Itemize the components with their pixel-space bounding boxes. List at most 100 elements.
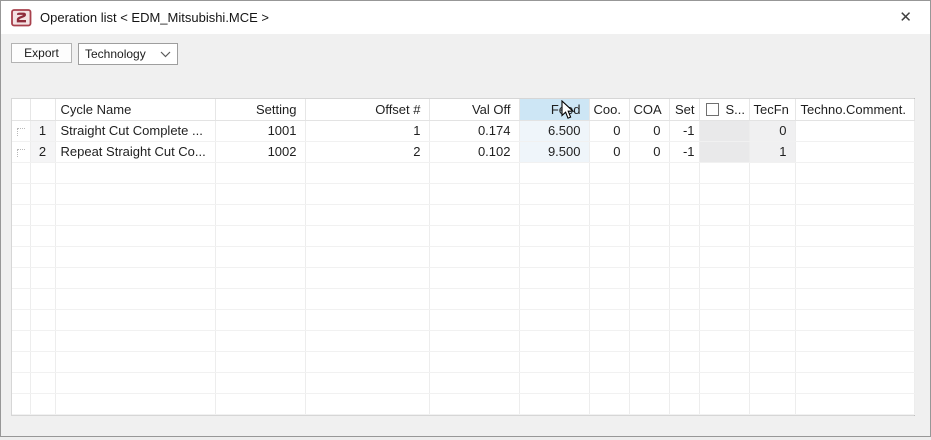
- empty-cell: [305, 393, 429, 414]
- header-s[interactable]: S...: [699, 99, 749, 120]
- table-header: Cycle Name Setting Offset # Val Off Feed…: [12, 99, 914, 120]
- technology-dropdown[interactable]: Technology: [78, 43, 178, 65]
- set-cell[interactable]: -1: [669, 141, 699, 162]
- empty-cell: [305, 225, 429, 246]
- empty-cell: [795, 246, 914, 267]
- row-drag-handle[interactable]: [12, 141, 30, 162]
- setting-cell[interactable]: 1001: [215, 120, 305, 141]
- empty-cell: [795, 393, 914, 414]
- tecfn-cell[interactable]: 1: [749, 141, 795, 162]
- header-tecfn[interactable]: TecFn: [749, 99, 795, 120]
- techno-comment-cell[interactable]: [795, 141, 914, 162]
- empty-cell: [30, 351, 55, 372]
- header-coo[interactable]: Coo.: [589, 99, 629, 120]
- val-off-cell[interactable]: 0.102: [429, 141, 519, 162]
- empty-cell: [519, 267, 589, 288]
- coa-cell[interactable]: 0: [629, 141, 669, 162]
- empty-cell: [669, 393, 699, 414]
- empty-cell: [699, 372, 749, 393]
- empty-cell: [589, 246, 629, 267]
- empty-cell: [429, 372, 519, 393]
- empty-cell: [519, 372, 589, 393]
- empty-cell: [589, 372, 629, 393]
- empty-cell: [749, 309, 795, 330]
- close-icon[interactable]: ✕: [891, 8, 920, 27]
- offset-cell[interactable]: 2: [305, 141, 429, 162]
- header-cycle-name[interactable]: Cycle Name: [55, 99, 215, 120]
- select-all-checkbox[interactable]: [706, 103, 719, 116]
- export-button[interactable]: Export: [11, 43, 72, 63]
- empty-cell: [215, 204, 305, 225]
- header-s-label: S...: [726, 102, 746, 117]
- empty-cell: [589, 204, 629, 225]
- empty-cell: [589, 267, 629, 288]
- empty-cell: [589, 183, 629, 204]
- empty-cell: [12, 162, 30, 183]
- row-number-cell[interactable]: 1: [30, 120, 55, 141]
- empty-cell: [519, 246, 589, 267]
- empty-cell: [795, 204, 914, 225]
- techno-comment-cell[interactable]: [795, 120, 914, 141]
- empty-cell: [749, 246, 795, 267]
- empty-cell: [12, 330, 30, 351]
- header-feed[interactable]: Feed: [519, 99, 589, 120]
- empty-cell: [699, 204, 749, 225]
- empty-cell: [795, 309, 914, 330]
- empty-cell: [669, 351, 699, 372]
- header-handle: [12, 99, 30, 120]
- set-cell[interactable]: -1: [669, 120, 699, 141]
- header-coa[interactable]: COA: [629, 99, 669, 120]
- cycle-name-cell[interactable]: Straight Cut Complete ...: [55, 120, 215, 141]
- header-offset[interactable]: Offset #: [305, 99, 429, 120]
- row-drag-handle[interactable]: [12, 120, 30, 141]
- feed-cell[interactable]: 9.500: [519, 141, 589, 162]
- empty-cell: [669, 183, 699, 204]
- cycle-name-cell[interactable]: Repeat Straight Cut Co...: [55, 141, 215, 162]
- header-setting[interactable]: Setting: [215, 99, 305, 120]
- empty-cell: [699, 351, 749, 372]
- feed-cell[interactable]: 6.500: [519, 120, 589, 141]
- empty-table-row: [12, 351, 914, 372]
- empty-cell: [55, 372, 215, 393]
- empty-cell: [55, 288, 215, 309]
- empty-cell: [55, 162, 215, 183]
- empty-cell: [589, 309, 629, 330]
- header-techno-comment[interactable]: Techno.Comment.: [795, 99, 914, 120]
- empty-cell: [30, 372, 55, 393]
- val-off-cell[interactable]: 0.174: [429, 120, 519, 141]
- empty-cell: [30, 267, 55, 288]
- tecfn-cell[interactable]: 0: [749, 120, 795, 141]
- empty-cell: [519, 183, 589, 204]
- empty-cell: [669, 162, 699, 183]
- empty-cell: [215, 372, 305, 393]
- empty-cell: [55, 330, 215, 351]
- empty-cell: [519, 225, 589, 246]
- empty-cell: [305, 330, 429, 351]
- empty-cell: [519, 204, 589, 225]
- header-set[interactable]: Set: [669, 99, 699, 120]
- setting-cell[interactable]: 1002: [215, 141, 305, 162]
- offset-cell[interactable]: 1: [305, 120, 429, 141]
- empty-table-row: [12, 246, 914, 267]
- empty-cell: [519, 393, 589, 414]
- coo-cell[interactable]: 0: [589, 141, 629, 162]
- empty-cell: [215, 246, 305, 267]
- coa-cell[interactable]: 0: [629, 120, 669, 141]
- empty-cell: [12, 309, 30, 330]
- empty-cell: [749, 372, 795, 393]
- empty-cell: [589, 393, 629, 414]
- s-cell[interactable]: [699, 120, 749, 141]
- s-cell[interactable]: [699, 141, 749, 162]
- empty-cell: [305, 267, 429, 288]
- row-number-cell[interactable]: 2: [30, 141, 55, 162]
- coo-cell[interactable]: 0: [589, 120, 629, 141]
- empty-cell: [30, 288, 55, 309]
- empty-cell: [30, 246, 55, 267]
- header-val-off[interactable]: Val Off: [429, 99, 519, 120]
- empty-cell: [629, 183, 669, 204]
- window-title: Operation list < EDM_Mitsubishi.MCE >: [40, 10, 269, 25]
- empty-cell: [429, 351, 519, 372]
- empty-cell: [215, 351, 305, 372]
- table-row: 1 Straight Cut Complete ... 1001 1 0.174…: [12, 120, 914, 141]
- empty-cell: [629, 162, 669, 183]
